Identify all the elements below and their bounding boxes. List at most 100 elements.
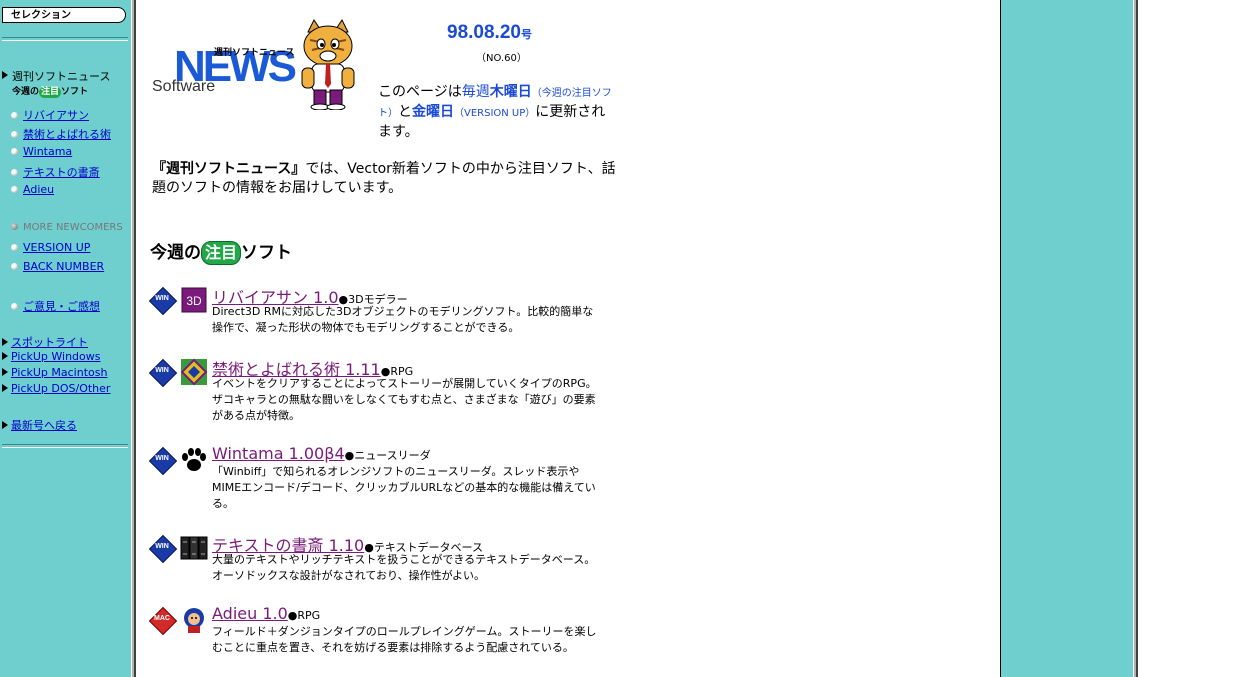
character-icon [184,608,204,633]
sidebar-spotlight[interactable]: スポットライト [2,334,88,350]
svg-text:3D: 3D [186,294,202,308]
chu-mark: 注目 [39,87,62,98]
more-newcomers-label: MORE NEWCOMERS [23,222,123,233]
sidebar-link[interactable]: Adieu [23,183,54,196]
bullet-icon [11,148,18,155]
rpg-icon [180,358,208,386]
arrow-right-icon [2,352,8,360]
entry-title-line: Wintama 1.00β4●ニュースリーダ [212,444,431,463]
bullet-icon [11,112,18,119]
3d-modeler-icon: 3D [181,287,207,313]
issue-date-value: 98.08.20 [447,22,521,43]
sidebar-link[interactable]: 禁術とよばれる術 [23,128,111,141]
sidebar-subheading: 今週の 注目 ソフト [12,84,88,98]
entry-title-link[interactable]: Adieu 1.0 [212,604,288,623]
pickup-macintosh-link[interactable]: PickUp Macintosh [11,366,107,379]
bullet-icon [11,263,18,270]
pickup-dos-link[interactable]: PickUp DOS/Other [11,382,110,395]
subheading-pre: 今週の [12,87,40,97]
issue-suffix: 号 [520,29,532,41]
sidebar-link[interactable]: Wintama [23,145,72,158]
note-text: と [398,104,412,120]
software-entry: WIN テキストの書斎 1.10●テキストデータベース 大量のテキストやリッチテ… [148,534,610,586]
intro-text: 『週刊ソフトニュース』では、Vector新着ソフトの中から注目ソフト、話題のソフ… [152,160,622,198]
sidebar-feedback[interactable]: ご意見・ご感想 [11,298,100,314]
windows-icon: WIN [148,358,178,388]
bullet-icon [11,223,18,230]
update-note: このページは毎週木曜日（今週の注目ソフト）と金曜日（VERSION UP）に更新… [378,83,613,141]
software-entry: MAC Adieu 1.0●RPG フィールド＋ダンジョンタイプのロールプレイン… [148,604,610,676]
logo-small-text: 週刊ソフトニュース [214,48,295,58]
sidebar-back-number[interactable]: BACK NUMBER [11,260,104,273]
software-entry: WIN Wintama 1.00β4●ニュースリーダ 「Winbiff」で知られ… [148,444,610,516]
bookshelf-icon [180,536,208,560]
divider [2,444,128,448]
os-label: WIN [155,543,169,550]
right-blank-frame [1138,0,1253,677]
note-thursday-label: 木曜日 [489,84,532,100]
bullet-icon [11,244,18,251]
issue-date: 98.08.20号 [447,22,532,44]
section-title: 今週の 注目 ソフト [150,238,292,265]
entry-category: ●ニュースリーダ [344,449,431,462]
section-post: ソフト [241,243,293,263]
news-logo: NEWS 週刊ソフトニュース Software [152,18,367,113]
software-entry: WIN 禁術とよばれる術 1.11●RPG イベントをクリアすることによってスト… [148,358,610,428]
arrow-right-icon [2,368,8,376]
note-text: このページは [378,84,462,100]
entry-description: イベントをクリアすることによってストーリーが展開していくタイプのRPG。ザコキャ… [212,377,597,422]
arrow-right-icon [2,338,8,346]
sidebar-item-leviathan[interactable]: リバイアサン [11,107,89,123]
sidebar-title: セレクション [2,7,126,23]
entry-title-link[interactable]: Wintama 1.00β4 [212,444,345,463]
sidebar-version-up[interactable]: VERSION UP [11,241,90,254]
sidebar-link[interactable]: テキストの書斎 [23,166,100,179]
sidebar-item-text-shosai[interactable]: テキストの書斎 [11,164,100,180]
intro-title: 『週刊ソフトニュース』 [152,161,306,177]
cat-mascot-icon [301,19,355,110]
divider [2,37,128,41]
mac-icon: MAC [148,606,178,636]
sidebar-heading-label: 週刊ソフトニュース [12,70,111,83]
chu-mark: 注目 [201,241,242,265]
sidebar-item-wintama[interactable]: Wintama [11,145,72,158]
sidebar-item-kinjutsu[interactable]: 禁術とよばれる術 [11,126,111,142]
note-friday: 金曜日（VERSION UP） [412,104,535,120]
subheading-post: ソフト [61,87,89,97]
arrow-right-icon [2,384,8,392]
entry-description: 「Winbiff」で知られるオレンジソフトのニュースリーダ。スレッド表示やMIM… [212,465,596,510]
sidebar-item-adieu[interactable]: Adieu [11,183,54,196]
entry-description: Direct3D RMに対応した3Dオブジェクトのモデリングソフト。比較的簡単な… [212,305,594,334]
sidebar-pickup-dos[interactable]: PickUp DOS/Other [2,382,110,395]
os-label: WIN [155,367,169,374]
logo-software-text: Software [152,78,216,95]
sidebar-heading[interactable]: 週刊ソフトニュース [2,68,110,84]
sidebar-link[interactable]: リバイアサン [23,109,89,122]
feedback-link[interactable]: ご意見・ご感想 [23,300,100,313]
sidebar-pickup-windows[interactable]: PickUp Windows [2,350,101,363]
sidebar-latest[interactable]: 最新号へ戻る [2,417,77,433]
version-up-link[interactable]: VERSION UP [23,241,90,254]
latest-issue-link[interactable]: 最新号へ戻る [11,419,77,432]
note-weekly: 毎週 [461,84,490,100]
note-friday-sub: （VERSION UP） [454,108,536,119]
entry-category: ●RPG [287,609,321,622]
sidebar-more-newcomers: MORE NEWCOMERS [11,222,123,233]
windows-icon: WIN [148,286,178,316]
entry-title-line: Adieu 1.0●RPG [212,604,320,623]
section-pre: 今週の [150,243,201,263]
os-label: WIN [155,455,169,462]
os-label: WIN [155,295,169,302]
pickup-windows-link[interactable]: PickUp Windows [11,350,101,363]
spotlight-link[interactable]: スポットライト [11,336,88,349]
os-label: MAC [154,615,170,622]
sidebar: セレクション 週刊ソフトニュース 今週の 注目 ソフト リバイアサン 禁術とよばれる… [0,0,131,677]
back-number-link[interactable]: BACK NUMBER [23,260,104,273]
windows-icon: WIN [148,446,178,476]
entry-description: フィールド＋ダンジョンタイプのロールプレイングゲーム。ストーリーを楽しむことに重… [212,625,597,654]
bullet-icon [11,186,18,193]
windows-icon: WIN [148,534,178,564]
sidebar-pickup-macintosh[interactable]: PickUp Macintosh [2,366,107,379]
right-frame [1000,0,1134,677]
frame-border[interactable] [131,0,136,677]
